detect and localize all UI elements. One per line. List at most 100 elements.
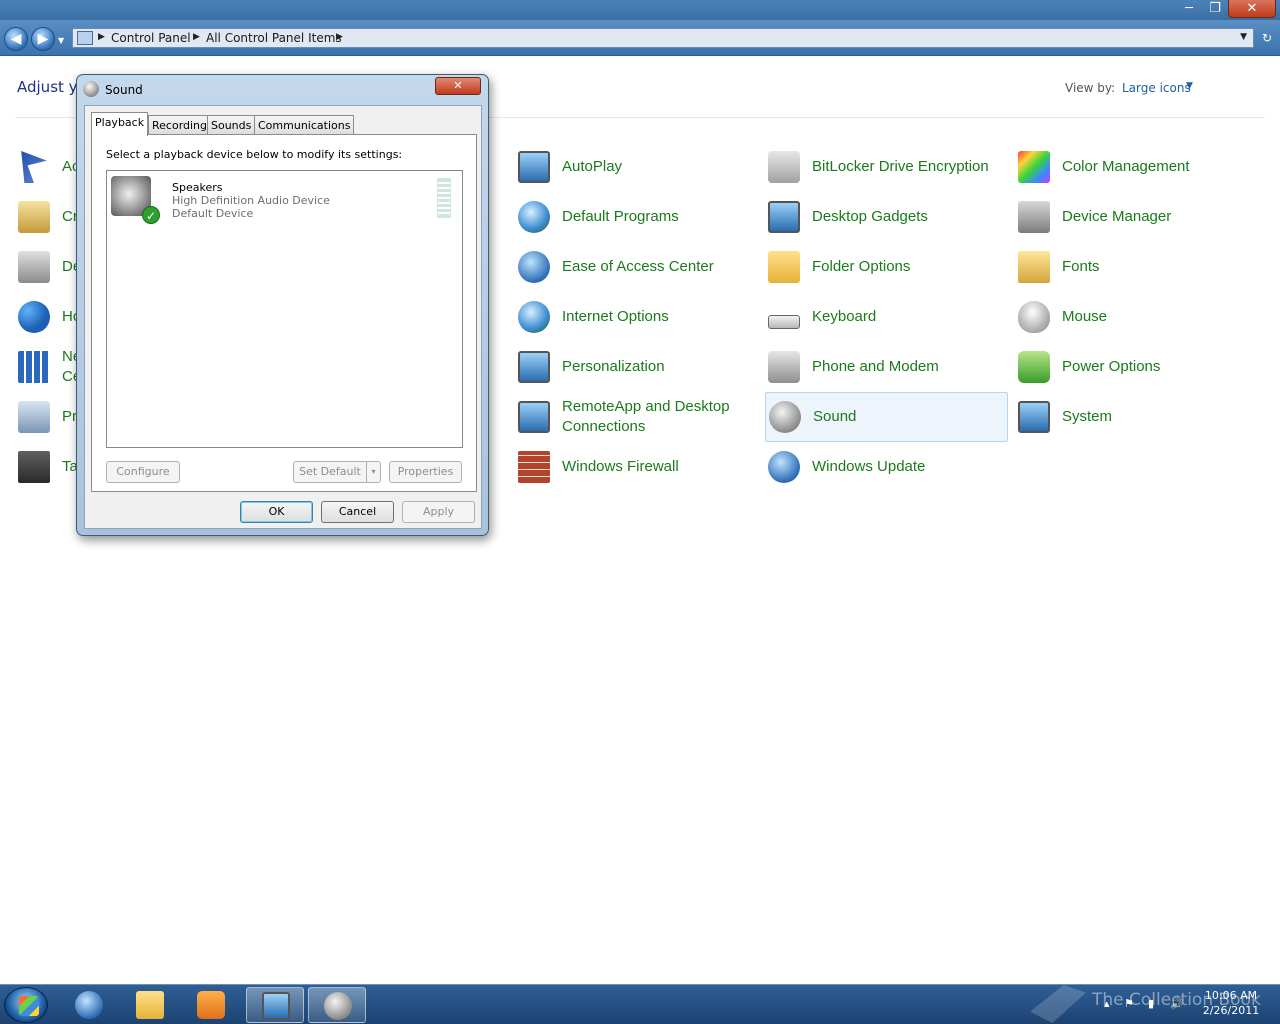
autoplay-icon xyxy=(518,151,550,183)
action-center-flag-icon[interactable]: ⚑ xyxy=(1124,997,1134,1010)
configure-button[interactable]: Configure xyxy=(106,461,180,483)
personalization-icon xyxy=(518,351,550,383)
taskbar: The Collection Book ▴ ⚑ ▮ 🔊 10:06 AM 2/2… xyxy=(0,984,1280,1024)
power-options-icon xyxy=(1018,351,1050,383)
taskbar-clock[interactable]: 10:06 AM 2/26/2011 xyxy=(1196,988,1266,1018)
control-panel-item-fonts[interactable]: Fonts xyxy=(1018,242,1100,292)
control-panel-item-windows-update[interactable]: Windows Update xyxy=(768,442,925,492)
properties-button[interactable]: Properties xyxy=(389,461,462,483)
refresh-button[interactable]: ↻ xyxy=(1256,28,1278,48)
ease-of-access-icon xyxy=(518,251,550,283)
control-panel-item-system[interactable]: System xyxy=(1018,392,1112,442)
forward-button[interactable]: ▶ xyxy=(31,27,55,51)
taskbar-windows-explorer[interactable] xyxy=(121,987,179,1023)
address-bar[interactable]: ▶ Control Panel ▶ All Control Panel Item… xyxy=(72,28,1254,48)
bitlocker-icon xyxy=(768,151,800,183)
firewall-icon xyxy=(518,451,550,483)
breadcrumb-control-panel[interactable]: Control Panel xyxy=(111,31,191,45)
dialog-close-button[interactable]: ✕ xyxy=(435,77,481,95)
control-panel-item-desktop-gadgets[interactable]: Desktop Gadgets xyxy=(768,192,928,242)
control-panel-item-default-programs[interactable]: Default Programs xyxy=(518,192,679,242)
control-panel-item-bitlocker[interactable]: BitLocker Drive Encryption xyxy=(768,142,989,192)
chevron-down-icon[interactable]: ▾ xyxy=(366,462,380,482)
sound-icon xyxy=(769,401,801,433)
tab-communications[interactable]: Communications xyxy=(254,115,355,135)
taskbar-internet-explorer[interactable] xyxy=(60,987,118,1023)
tab-playback[interactable]: Playback xyxy=(91,112,149,136)
control-panel-item-phone-modem[interactable]: Phone and Modem xyxy=(768,342,939,392)
action-center-icon xyxy=(21,151,47,183)
breadcrumb-arrow-icon[interactable]: ▶ xyxy=(336,32,343,42)
minimize-button[interactable]: ─ xyxy=(1176,0,1202,18)
control-panel-item-windows-firewall[interactable]: Windows Firewall xyxy=(518,442,679,492)
system-tray: ▴ ⚑ ▮ 🔊 xyxy=(1098,991,1198,1019)
view-by-dropdown[interactable]: Large icons xyxy=(1122,81,1191,95)
control-panel-item[interactable]: Ho xyxy=(18,292,81,342)
page-title: Adjust y xyxy=(17,78,78,96)
show-hidden-icons-button[interactable]: ▴ xyxy=(1104,997,1110,1010)
control-panel-item-folder-options[interactable]: Folder Options xyxy=(768,242,910,292)
instruction-text: Select a playback device below to modify… xyxy=(106,148,403,161)
taskbar-sound[interactable] xyxy=(308,987,366,1023)
control-panel-item-sound[interactable]: Sound xyxy=(765,392,1008,442)
control-panel-item[interactable]: De xyxy=(18,242,81,292)
close-button[interactable]: ✕ xyxy=(1228,0,1276,18)
internet-explorer-icon xyxy=(75,991,103,1019)
level-meter xyxy=(437,178,451,218)
device-list[interactable]: ✓ Speakers High Definition Audio Device … xyxy=(106,170,463,448)
control-panel-item-keyboard[interactable]: Keyboard xyxy=(768,292,876,342)
credential-manager-icon xyxy=(18,201,50,233)
chevron-down-icon[interactable]: ▼ xyxy=(1186,81,1193,91)
control-panel-item[interactable]: Ne Ce xyxy=(18,342,81,392)
apply-button[interactable]: Apply xyxy=(402,501,475,523)
windows-explorer-icon xyxy=(136,991,164,1019)
control-panel-item-autoplay[interactable]: AutoPlay xyxy=(518,142,622,192)
internet-options-icon xyxy=(518,301,550,333)
breadcrumb-arrow-icon[interactable]: ▶ xyxy=(193,32,200,42)
phone-modem-icon xyxy=(768,351,800,383)
mouse-icon xyxy=(1018,301,1050,333)
recent-pages-dropdown[interactable]: ▼ xyxy=(58,36,64,45)
control-panel-item-remoteapp[interactable]: RemoteApp and Desktop Connections xyxy=(518,392,752,442)
control-panel-item[interactable]: Pr xyxy=(18,392,77,442)
sound-icon xyxy=(324,992,352,1020)
playback-panel: Select a playback device below to modify… xyxy=(91,134,477,492)
system-icon xyxy=(1018,401,1050,433)
start-button[interactable] xyxy=(4,987,48,1023)
control-panel-item[interactable]: Cr xyxy=(18,192,78,242)
network-icon[interactable]: ▮ xyxy=(1148,997,1154,1010)
control-panel-item-power-options[interactable]: Power Options xyxy=(1018,342,1160,392)
control-panel-item-personalization[interactable]: Personalization xyxy=(518,342,665,392)
ok-button[interactable]: OK xyxy=(240,501,313,523)
dialog-title: Sound xyxy=(105,83,143,97)
control-panel-item-internet-options[interactable]: Internet Options xyxy=(518,292,669,342)
control-panel-item[interactable]: Ac xyxy=(18,142,80,192)
control-panel-item-device-manager[interactable]: Device Manager xyxy=(1018,192,1171,242)
programs-features-icon xyxy=(18,401,50,433)
control-panel-item-color-management[interactable]: Color Management xyxy=(1018,142,1190,192)
tab-sounds[interactable]: Sounds xyxy=(207,115,256,135)
breadcrumb-all-items[interactable]: All Control Panel Items xyxy=(206,31,342,45)
control-panel-item-mouse[interactable]: Mouse xyxy=(1018,292,1107,342)
device-name[interactable]: Speakers xyxy=(172,181,222,194)
media-player-icon xyxy=(197,991,225,1019)
network-sharing-icon xyxy=(18,351,50,383)
sound-dialog: Sound ✕ Playback Recording Sounds Commun… xyxy=(76,74,489,536)
control-panel-icon xyxy=(77,31,93,45)
back-button[interactable]: ◀ xyxy=(4,27,28,51)
volume-icon[interactable]: 🔊 xyxy=(1170,997,1184,1010)
device-status: Default Device xyxy=(172,207,254,220)
set-default-button[interactable]: Set Default ▾ xyxy=(293,461,381,483)
taskbar-media-player[interactable] xyxy=(182,987,240,1023)
cancel-button[interactable]: Cancel xyxy=(321,501,394,523)
window-titlebar: ─ ❐ ✕ xyxy=(0,0,1280,20)
maximize-button[interactable]: ❐ xyxy=(1202,0,1228,18)
address-dropdown-icon[interactable]: ▼ xyxy=(1240,32,1247,42)
control-panel-item[interactable]: Ta xyxy=(18,442,78,492)
tab-recording[interactable]: Recording xyxy=(148,115,212,135)
taskbar-control-panel[interactable] xyxy=(246,987,304,1023)
color-management-icon xyxy=(1018,151,1050,183)
breadcrumb-arrow-icon[interactable]: ▶ xyxy=(98,32,105,42)
control-panel-item-ease-of-access[interactable]: Ease of Access Center xyxy=(518,242,714,292)
device-description: High Definition Audio Device xyxy=(172,194,330,207)
